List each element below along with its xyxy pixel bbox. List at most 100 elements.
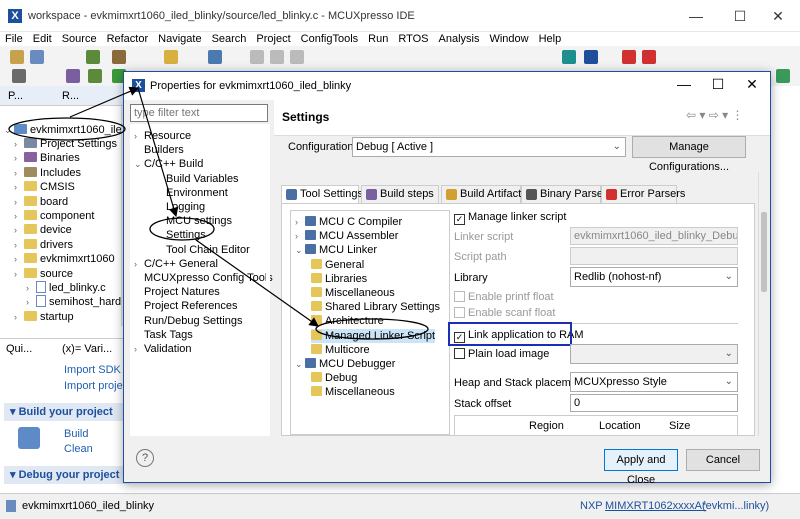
- nav-item-c-c-build[interactable]: ⌄ C/C++ Build: [134, 157, 203, 171]
- hammer-icon[interactable]: [112, 50, 126, 64]
- chevron-right-icon[interactable]: ›: [26, 281, 36, 295]
- plain-load-image-checkbox[interactable]: Plain load image: [454, 347, 549, 361]
- explorer-item[interactable]: › device: [14, 223, 72, 237]
- build-link[interactable]: Build: [64, 428, 88, 440]
- debug-config-icon[interactable]: [12, 69, 26, 83]
- heap-stack-select[interactable]: MCUXpresso Style ⌄: [570, 372, 738, 392]
- tab-build-artifact[interactable]: Build Artifact: [441, 185, 521, 203]
- tree-toggle-icon[interactable]: ›: [134, 257, 144, 271]
- tool-item-mcu-debugger[interactable]: ⌄ MCU Debugger: [295, 357, 395, 371]
- tab-quickstart[interactable]: Qui...: [6, 343, 32, 355]
- new-icon[interactable]: [10, 50, 24, 64]
- explorer-item[interactable]: › Includes: [14, 166, 81, 180]
- build-section-header[interactable]: ▾ Build your project: [4, 403, 130, 421]
- chevron-right-icon[interactable]: ›: [14, 137, 24, 151]
- menu-source[interactable]: Source: [57, 32, 102, 46]
- mcuxpresso-icon[interactable]: [562, 50, 576, 64]
- nav-item-c-c-general[interactable]: › C/C++ General: [134, 257, 218, 271]
- filter-input[interactable]: [130, 104, 268, 122]
- menu-help[interactable]: Help: [534, 32, 567, 46]
- manage-configurations-button[interactable]: Manage Configurations...: [632, 136, 746, 173]
- chevron-right-icon[interactable]: ›: [14, 267, 24, 281]
- menu-project[interactable]: Project: [251, 32, 295, 46]
- explorer-item[interactable]: › source: [14, 267, 73, 281]
- chevron-right-icon[interactable]: ›: [14, 223, 24, 237]
- tab-tool-settings[interactable]: Tool Settings: [281, 185, 363, 203]
- explorer-item[interactable]: › drivers: [14, 238, 73, 252]
- nav-item-task-tags[interactable]: Task Tags: [134, 328, 193, 342]
- gear-run-icon[interactable]: [88, 69, 102, 83]
- nav-item-run-debug-settings[interactable]: Run/Debug Settings: [134, 314, 242, 328]
- nav-item-build-variables[interactable]: Build Variables: [156, 172, 239, 186]
- help-icon[interactable]: ?: [136, 449, 154, 467]
- enable-scanf-checkbox[interactable]: Enable scanf float: [454, 306, 555, 320]
- settings-scrollbar[interactable]: [758, 172, 768, 436]
- status-chip-project[interactable]: (evkmi...linky): [702, 500, 769, 512]
- minimize-button[interactable]: —: [682, 6, 710, 26]
- nav-item-builders[interactable]: Builders: [134, 143, 184, 157]
- script-path-field[interactable]: [570, 247, 738, 265]
- tool-item-multicore[interactable]: Multicore: [311, 343, 370, 357]
- explorer-item[interactable]: › evkmimxrt1060: [14, 252, 115, 266]
- explorer-item[interactable]: › led_blinky.c: [26, 281, 106, 295]
- tool-item-architecture[interactable]: Architecture: [311, 314, 384, 328]
- nav-item-tool-chain-editor[interactable]: Tool Chain Editor: [156, 243, 250, 257]
- maximize-button[interactable]: ☐: [726, 6, 754, 26]
- tool-item-shared-library-settings[interactable]: Shared Library Settings: [311, 300, 440, 314]
- menu-edit[interactable]: Edit: [28, 32, 57, 46]
- chevron-right-icon[interactable]: ›: [14, 238, 24, 252]
- tab-binary-parsers[interactable]: Binary Parsers: [521, 185, 612, 203]
- col-size-header[interactable]: Size: [669, 420, 690, 432]
- nav-item-project-references[interactable]: Project References: [134, 299, 238, 313]
- dialog-close-button[interactable]: ✕: [740, 76, 764, 93]
- dialog-maximize-button[interactable]: ☐: [706, 76, 730, 93]
- explorer-item[interactable]: › component: [14, 209, 94, 223]
- menu-rtos[interactable]: RTOS: [393, 32, 433, 46]
- suspend-icon[interactable]: [270, 50, 284, 64]
- menu-run[interactable]: Run: [363, 32, 393, 46]
- chevron-right-icon[interactable]: ›: [14, 195, 24, 209]
- menu-search[interactable]: Search: [207, 32, 252, 46]
- explorer-item[interactable]: › board: [14, 195, 68, 209]
- explorer-item[interactable]: › CMSIS: [14, 180, 75, 194]
- status-chip-link[interactable]: MIMXRT1062xxxxA*: [605, 500, 706, 512]
- nav-item-validation[interactable]: › Validation: [134, 342, 192, 356]
- debug-section-header[interactable]: ▾ Debug your project: [4, 466, 130, 484]
- tool-item-libraries[interactable]: Libraries: [311, 272, 367, 286]
- menu-navigate[interactable]: Navigate: [153, 32, 206, 46]
- manage-linker-script-checkbox[interactable]: ✓ Manage linker script: [454, 210, 566, 225]
- dialog-minimize-button[interactable]: —: [672, 76, 696, 92]
- tab-project-explorer[interactable]: P...: [8, 90, 23, 102]
- nav-item-mcu-settings[interactable]: MCU settings: [156, 214, 232, 228]
- tree-toggle-icon[interactable]: ⌄: [134, 157, 144, 171]
- col-location-header[interactable]: Location: [599, 420, 641, 432]
- menu-analysis[interactable]: Analysis: [434, 32, 485, 46]
- chevron-right-icon[interactable]: ›: [14, 151, 24, 165]
- chevron-right-icon[interactable]: ›: [14, 252, 24, 266]
- terminate-icon[interactable]: [290, 50, 304, 64]
- explorer-item[interactable]: › Project Settings: [14, 137, 117, 151]
- library-select[interactable]: Redlib (nohost-nf) ⌄: [570, 267, 738, 287]
- debug-probe-icon[interactable]: [642, 50, 656, 64]
- explorer-item[interactable]: › semihost_hardf: [26, 295, 124, 309]
- stack-offset-input[interactable]: 0: [570, 394, 738, 412]
- nav-item-project-natures[interactable]: Project Natures: [134, 285, 220, 299]
- nav-item-logging[interactable]: Logging: [156, 200, 205, 214]
- terminal-icon[interactable]: [208, 50, 222, 64]
- tab-error-parsers[interactable]: Error Parsers: [601, 185, 685, 203]
- enable-printf-checkbox[interactable]: Enable printf float: [454, 290, 554, 304]
- link-icon[interactable]: [622, 50, 636, 64]
- configuration-select[interactable]: Debug [ Active ] ⌄: [352, 137, 626, 157]
- tool-item-debug[interactable]: Debug: [311, 371, 357, 385]
- col-region-header[interactable]: Region: [529, 420, 564, 432]
- menu-window[interactable]: Window: [484, 32, 533, 46]
- explorer-item[interactable]: › Binaries: [14, 151, 80, 165]
- plain-load-select[interactable]: ⌄: [570, 344, 738, 364]
- tab-registers[interactable]: R...: [62, 90, 79, 102]
- chevron-right-icon[interactable]: ›: [14, 166, 24, 180]
- tree-toggle-icon[interactable]: ›: [134, 129, 144, 143]
- status-vendor-link[interactable]: NXP: [580, 500, 603, 512]
- menu-file[interactable]: File: [0, 32, 28, 46]
- tree-toggle-icon[interactable]: ›: [295, 215, 305, 229]
- close-button[interactable]: ✕: [764, 6, 792, 26]
